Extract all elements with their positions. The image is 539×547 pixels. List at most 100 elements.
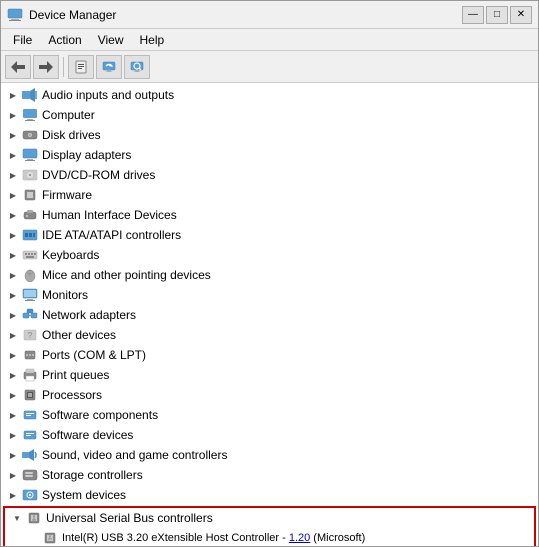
keyboard-label: Keyboards bbox=[42, 248, 538, 262]
close-button[interactable]: ✕ bbox=[510, 6, 532, 24]
expand-processors[interactable]: ▶ bbox=[5, 387, 21, 403]
software-devices-icon bbox=[21, 427, 39, 443]
system-label: System devices bbox=[42, 488, 538, 502]
computer-label: Computer bbox=[42, 108, 538, 122]
usb-label: Universal Serial Bus controllers bbox=[46, 511, 534, 525]
system-icon bbox=[21, 487, 39, 503]
dvd-label: DVD/CD-ROM drives bbox=[42, 168, 538, 182]
processors-icon bbox=[21, 387, 39, 403]
expand-monitors[interactable]: ▶ bbox=[5, 287, 21, 303]
hid-icon bbox=[21, 207, 39, 223]
expand-firmware[interactable]: ▶ bbox=[5, 187, 21, 203]
title-bar-controls: — □ ✕ bbox=[462, 6, 532, 24]
menu-bar: File Action View Help bbox=[1, 29, 538, 51]
print-label: Print queues bbox=[42, 368, 538, 382]
tree-item-mice[interactable]: ▶ Mice and other pointing devices bbox=[1, 265, 538, 285]
tree-item-usb[interactable]: ▼ Universal Serial Bus controllers bbox=[5, 508, 534, 528]
network-label: Network adapters bbox=[42, 308, 538, 322]
tree-item-processors[interactable]: ▶ Processors bbox=[1, 385, 538, 405]
expand-network[interactable]: ▶ bbox=[5, 307, 21, 323]
expand-ide[interactable]: ▶ bbox=[5, 227, 21, 243]
tree-item-ide[interactable]: ▶ IDE ATA/ATAPI controllers bbox=[1, 225, 538, 245]
expand-dvd[interactable]: ▶ bbox=[5, 167, 21, 183]
other-label: Other devices bbox=[42, 328, 538, 342]
tree-item-firmware[interactable]: ▶ Firmware bbox=[1, 185, 538, 205]
software-components-icon bbox=[21, 407, 39, 423]
software-components-label: Software components bbox=[42, 408, 538, 422]
display-label: Display adapters bbox=[42, 148, 538, 162]
window-icon bbox=[7, 7, 23, 23]
ide-icon bbox=[21, 227, 39, 243]
toolbar-separator-1 bbox=[63, 57, 64, 77]
menu-view[interactable]: View bbox=[90, 31, 132, 49]
expand-system[interactable]: ▶ bbox=[5, 487, 21, 503]
forward-button[interactable] bbox=[33, 55, 59, 79]
tree-item-computer[interactable]: ▶ Computer bbox=[1, 105, 538, 125]
computer-icon bbox=[21, 107, 39, 123]
other-icon: ? bbox=[21, 327, 39, 343]
expand-ports[interactable]: ▶ bbox=[5, 347, 21, 363]
tree-item-software-devices[interactable]: ▶ Software devices bbox=[1, 425, 538, 445]
tree-item-print[interactable]: ▶ Print queues bbox=[1, 365, 538, 385]
intel-usb-icon bbox=[41, 530, 59, 546]
tree-panel[interactable]: ▶ Audio inputs and outputs ▶ Computer ▶ bbox=[1, 83, 538, 546]
expand-software-devices[interactable]: ▶ bbox=[5, 427, 21, 443]
expand-usb[interactable]: ▼ bbox=[9, 510, 25, 526]
tree-item-network[interactable]: ▶ Network adapters bbox=[1, 305, 538, 325]
expand-mice[interactable]: ▶ bbox=[5, 267, 21, 283]
display-icon bbox=[21, 147, 39, 163]
sound-icon bbox=[21, 447, 39, 463]
properties-button[interactable] bbox=[68, 55, 94, 79]
tree-item-ports[interactable]: ▶ Ports (COM & LPT) bbox=[1, 345, 538, 365]
tree-item-system[interactable]: ▶ System devices bbox=[1, 485, 538, 505]
tree-item-hid[interactable]: ▶ Human Interface Devices bbox=[1, 205, 538, 225]
expand-display[interactable]: ▶ bbox=[5, 147, 21, 163]
expand-audio[interactable]: ▶ bbox=[5, 87, 21, 103]
tree-item-disk[interactable]: ▶ Disk drives bbox=[1, 125, 538, 145]
tree-item-software-components[interactable]: ▶ Software components bbox=[1, 405, 538, 425]
disk-icon bbox=[21, 127, 39, 143]
expand-other[interactable]: ▶ bbox=[5, 327, 21, 343]
maximize-button[interactable]: □ bbox=[486, 6, 508, 24]
tree-item-monitors[interactable]: ▶ Monitors bbox=[1, 285, 538, 305]
expand-storage[interactable]: ▶ bbox=[5, 467, 21, 483]
device-manager-window: Device Manager — □ ✕ File Action View He… bbox=[0, 0, 539, 547]
usb-section: ▼ Universal Serial Bus controllers bbox=[3, 506, 536, 546]
monitors-icon bbox=[21, 287, 39, 303]
expand-print[interactable]: ▶ bbox=[5, 367, 21, 383]
keyboard-icon bbox=[21, 247, 39, 263]
menu-action[interactable]: Action bbox=[40, 31, 89, 49]
firmware-icon bbox=[21, 187, 39, 203]
tree-item-dvd[interactable]: ▶ DVD/CD-ROM drives bbox=[1, 165, 538, 185]
update-button[interactable] bbox=[96, 55, 122, 79]
disk-label: Disk drives bbox=[42, 128, 538, 142]
scan-button[interactable] bbox=[124, 55, 150, 79]
expand-hid[interactable]: ▶ bbox=[5, 207, 21, 223]
window-title: Device Manager bbox=[29, 8, 116, 22]
expand-sound[interactable]: ▶ bbox=[5, 447, 21, 463]
expand-computer[interactable]: ▶ bbox=[5, 107, 21, 123]
audio-icon bbox=[21, 87, 39, 103]
version-link[interactable]: 1.20 bbox=[289, 532, 310, 544]
mice-icon bbox=[21, 267, 39, 283]
processors-label: Processors bbox=[42, 388, 538, 402]
tree-item-audio[interactable]: ▶ Audio inputs and outputs bbox=[1, 85, 538, 105]
tree-item-storage[interactable]: ▶ Storage controllers bbox=[1, 465, 538, 485]
back-button[interactable] bbox=[5, 55, 31, 79]
expand-keyboard[interactable]: ▶ bbox=[5, 247, 21, 263]
storage-label: Storage controllers bbox=[42, 468, 538, 482]
menu-file[interactable]: File bbox=[5, 31, 40, 49]
tree-item-intel-usb[interactable]: Intel(R) USB 3.20 eXtensible Host Contro… bbox=[5, 528, 534, 546]
storage-icon bbox=[21, 467, 39, 483]
tree-item-keyboard[interactable]: ▶ Keyboards bbox=[1, 245, 538, 265]
minimize-button[interactable]: — bbox=[462, 6, 484, 24]
tree-item-other[interactable]: ▶ ? Other devices bbox=[1, 325, 538, 345]
expand-disk[interactable]: ▶ bbox=[5, 127, 21, 143]
tree-item-sound[interactable]: ▶ Sound, video and game controllers bbox=[1, 445, 538, 465]
tree-item-display[interactable]: ▶ Display adapters bbox=[1, 145, 538, 165]
content-area: ▶ Audio inputs and outputs ▶ Computer ▶ bbox=[1, 83, 538, 546]
sound-label: Sound, video and game controllers bbox=[42, 448, 538, 462]
menu-help[interactable]: Help bbox=[132, 31, 173, 49]
expand-software-components[interactable]: ▶ bbox=[5, 407, 21, 423]
ide-label: IDE ATA/ATAPI controllers bbox=[42, 228, 538, 242]
